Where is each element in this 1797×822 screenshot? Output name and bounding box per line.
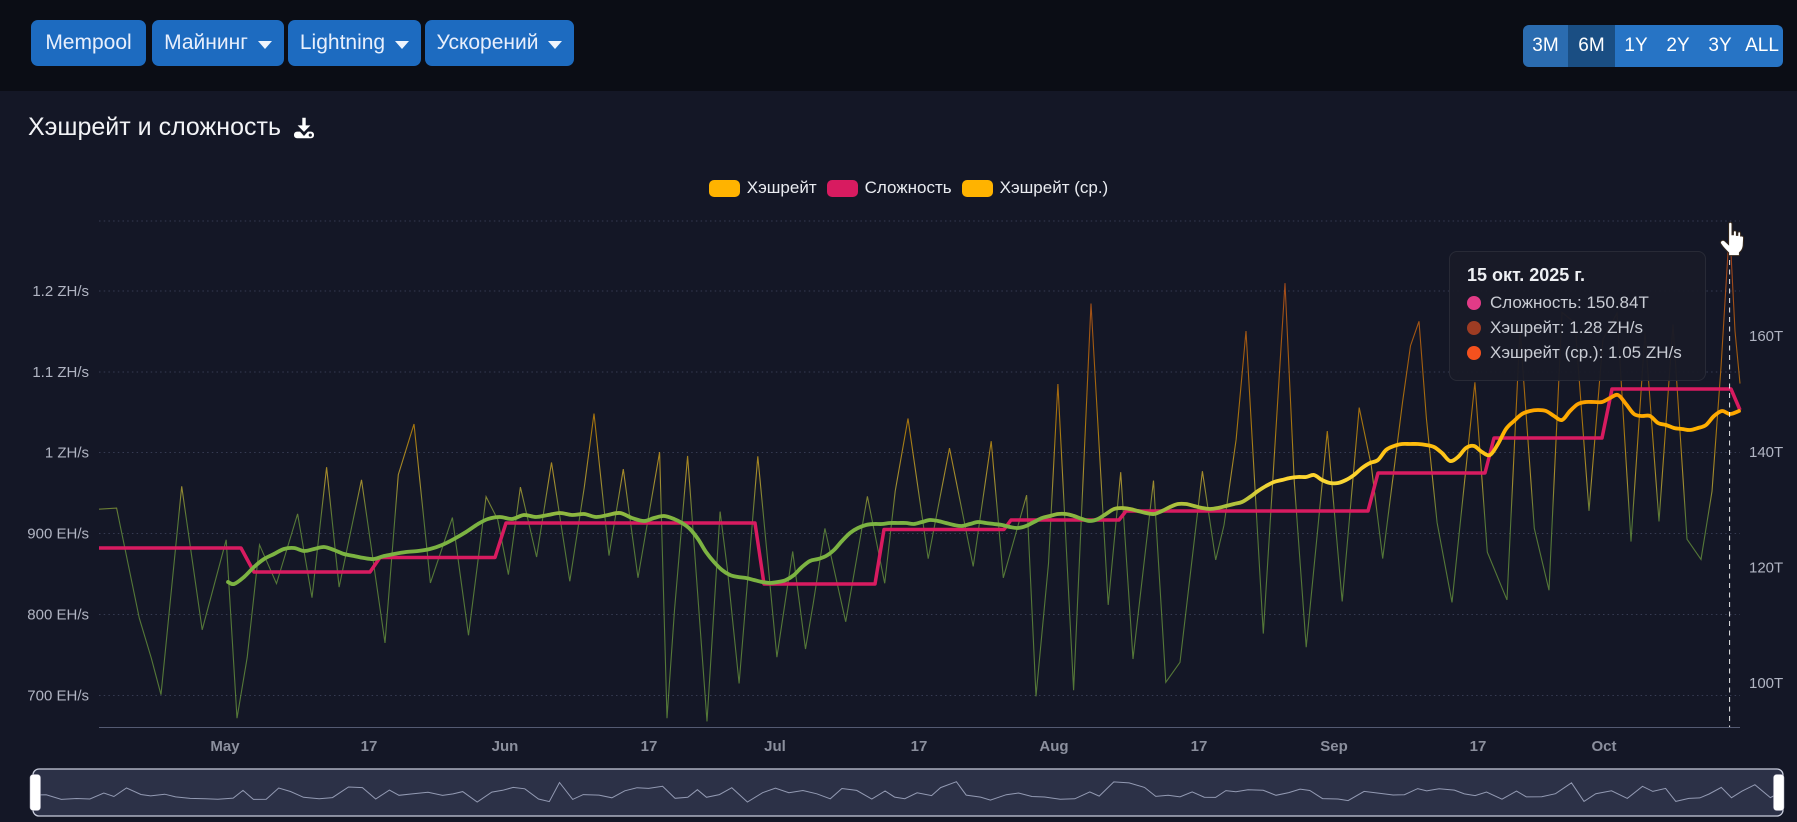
- svg-text:17: 17: [361, 738, 378, 755]
- svg-text:17: 17: [641, 738, 658, 755]
- svg-text:Sep: Sep: [1320, 738, 1348, 755]
- svg-text:17: 17: [1470, 738, 1487, 755]
- svg-text:Jun: Jun: [492, 738, 519, 755]
- svg-text:Jul: Jul: [764, 738, 786, 755]
- svg-text:800 EH/s: 800 EH/s: [27, 607, 89, 624]
- svg-text:1.2 ZH/s: 1.2 ZH/s: [32, 283, 89, 300]
- svg-text:160T: 160T: [1749, 328, 1783, 345]
- svg-text:17: 17: [911, 738, 928, 755]
- svg-text:100T: 100T: [1749, 675, 1783, 692]
- svg-text:120T: 120T: [1749, 560, 1783, 577]
- svg-text:Oct: Oct: [1591, 738, 1616, 755]
- svg-text:May: May: [210, 738, 240, 755]
- svg-text:140T: 140T: [1749, 444, 1783, 461]
- svg-text:17: 17: [1191, 738, 1208, 755]
- svg-text:1.1 ZH/s: 1.1 ZH/s: [32, 364, 89, 381]
- svg-text:Aug: Aug: [1039, 738, 1068, 755]
- svg-text:900 EH/s: 900 EH/s: [27, 526, 89, 543]
- svg-text:1 ZH/s: 1 ZH/s: [45, 445, 89, 462]
- svg-text:700 EH/s: 700 EH/s: [27, 688, 89, 705]
